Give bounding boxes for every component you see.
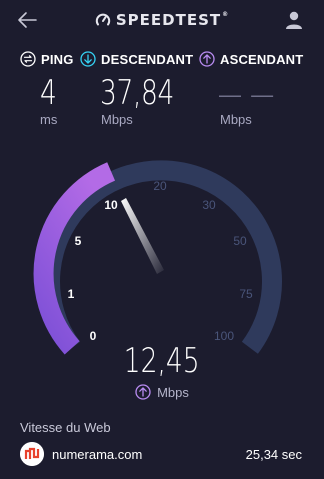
speedometer-logo-icon <box>95 13 111 26</box>
upload-arrow-icon <box>199 51 215 67</box>
ping-unit: ms <box>40 112 58 127</box>
gauge-tick-0: 0 <box>90 329 97 343</box>
site-load-time: 25,34 sec <box>245 447 302 462</box>
upload-value: — — <box>219 82 276 107</box>
current-speed-value: 12,45 <box>0 342 324 380</box>
current-speed-unit-row: Mbps <box>0 384 324 400</box>
download-unit: Mbps <box>101 112 133 127</box>
site-name: numerama.com <box>52 447 143 462</box>
current-speed-unit: Mbps <box>157 384 189 400</box>
top-bar: SPEEDTEST® <box>0 0 324 40</box>
upload-arrow-small-icon <box>135 384 151 400</box>
gauge-tick-10: 10 <box>104 198 118 212</box>
download-arrow-icon <box>80 51 96 67</box>
upload-header: ASCENDANT <box>199 51 303 67</box>
gauge-tick-75: 75 <box>239 287 253 301</box>
current-speed-number: 12,45 <box>124 341 200 381</box>
ping-header: PING <box>20 51 74 67</box>
ping-label: PING <box>41 51 74 67</box>
gauge-tick-30: 30 <box>202 198 216 212</box>
logo-text: SPEEDTEST <box>115 11 222 29</box>
ping-icon <box>20 51 36 67</box>
gauge-needle <box>121 198 164 274</box>
upload-label: ASCENDANT <box>220 51 304 67</box>
user-icon[interactable] <box>284 10 304 30</box>
trademark-mark: ® <box>222 11 230 18</box>
gauge-tick-20: 20 <box>153 179 167 193</box>
gauge-tick-5: 5 <box>75 234 82 248</box>
download-value: 37,84 <box>100 73 174 113</box>
numerama-logo-icon <box>20 442 44 466</box>
gauge-tick-100: 100 <box>214 329 234 343</box>
gauge-tick-50: 50 <box>233 234 247 248</box>
web-site-row[interactable]: numerama.com 25,34 sec <box>0 438 324 472</box>
web-speed-title: Vitesse du Web <box>20 420 111 435</box>
ping-value: 4 <box>40 73 57 113</box>
download-label: DESCENDANT <box>101 51 194 67</box>
gauge-tick-1: 1 <box>68 287 75 301</box>
download-header: DESCENDANT <box>80 51 193 67</box>
upload-unit: Mbps <box>220 112 252 127</box>
speedtest-logo: SPEEDTEST® <box>0 11 324 29</box>
